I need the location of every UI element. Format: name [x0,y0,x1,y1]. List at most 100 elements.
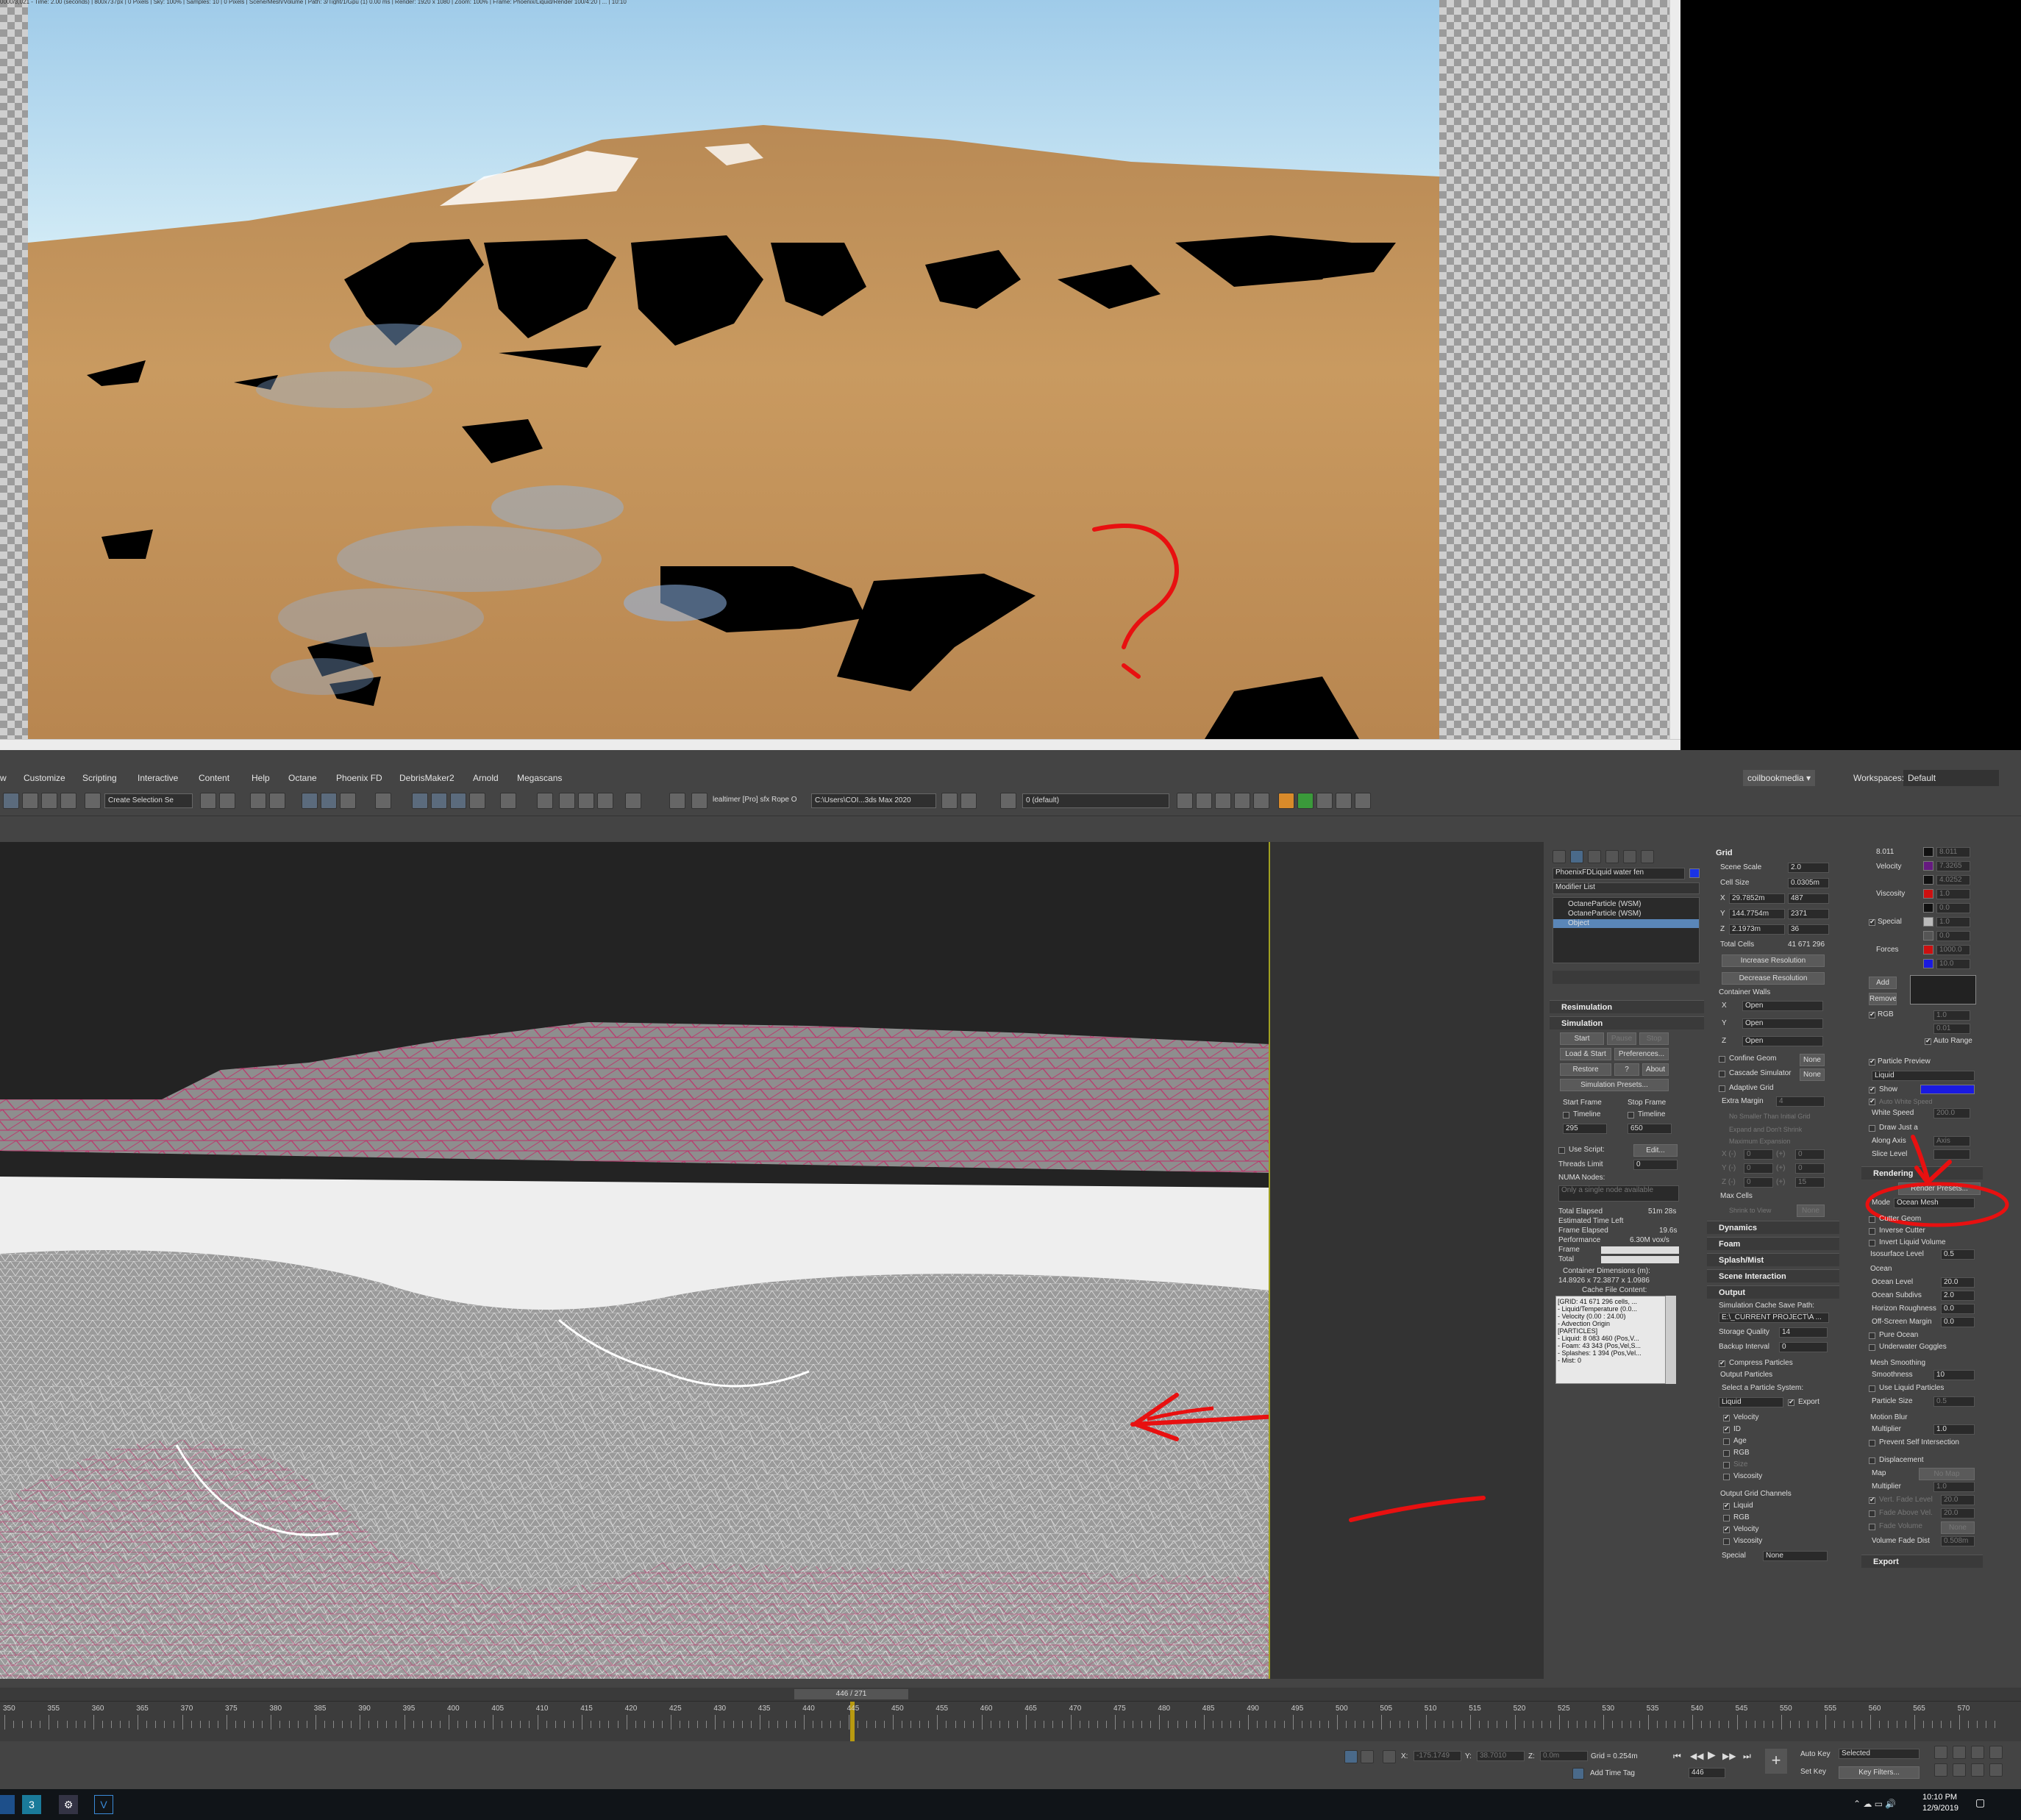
next-frame-icon[interactable]: ▶▶ [1722,1752,1736,1760]
render-online-icon[interactable] [469,793,485,809]
vert-fade-checkbox[interactable] [1869,1496,1875,1504]
wall-y-dropdown[interactable]: Open [1742,1018,1823,1029]
cell-size-spinner[interactable]: 0.0305m [1788,878,1829,888]
preferences-button[interactable]: Preferences... [1614,1048,1669,1060]
ocean-subdivs-spinner[interactable]: 2.0 [1941,1291,1975,1301]
grid-rollout-header[interactable]: Grid [1716,848,1733,858]
load-start-button[interactable]: Load & Start [1560,1048,1611,1060]
project-folder-icon[interactable] [941,793,958,809]
start-timeline-checkbox[interactable] [1563,1112,1569,1118]
pan-icon[interactable] [1971,1746,1984,1759]
menu-item-w[interactable]: w [0,770,7,786]
x-coord-field[interactable]: -175.1749 [1414,1751,1461,1761]
right-spinner-0[interactable]: 8.011 [1936,847,1970,857]
script-icon[interactable] [691,793,707,809]
grid-rgb-checkbox[interactable] [1723,1515,1730,1521]
render-icon[interactable] [375,793,391,809]
menu-item-help[interactable]: Help [252,770,270,786]
render-setup-icon[interactable] [321,793,337,809]
spinner-snap-icon[interactable] [60,793,76,809]
stack-item-object[interactable]: Object [1553,919,1699,928]
notification-icon[interactable]: ▢ [1975,1797,1985,1807]
cache-content-list[interactable]: [GRID: 41 671 296 cells, ... - Liquid/Te… [1555,1296,1666,1384]
project-path-dropdown[interactable]: C:\Users\COI...3ds Max 2020 [811,793,936,808]
gradient-preview[interactable] [1910,975,1976,1004]
hide-layer-icon[interactable] [1234,793,1250,809]
align-icon[interactable] [219,793,235,809]
confine-geom-checkbox[interactable] [1719,1056,1725,1063]
extra-margin-spinner[interactable]: 4 [1776,1096,1825,1107]
velocity-color-swatch-2[interactable] [1923,861,1933,871]
menu-item-phoenix-fd[interactable]: Phoenix FD [336,770,382,786]
special-color-swatch-2[interactable] [1923,931,1933,941]
special-dropdown[interactable]: None [1763,1551,1828,1561]
explode-icon[interactable] [669,793,685,809]
create-tab-icon[interactable] [1553,850,1566,863]
vert-fade-spinner[interactable]: 20.0 [1941,1495,1975,1505]
underwater-goggles-checkbox[interactable] [1869,1344,1875,1351]
zoom-region-icon[interactable] [1953,1763,1966,1777]
clock-time[interactable]: 10:10 PM [1922,1793,1957,1802]
right-spinner-8[interactable]: 10.0 [1936,959,1970,969]
cache-path-field[interactable]: E:\_CURRENT PROJECT\A ... [1719,1313,1829,1323]
menu-item-debrismaker2[interactable]: DebrisMaker2 [399,770,455,786]
channel-viscosity-checkbox[interactable] [1723,1474,1730,1480]
volume-fade-dist-spinner[interactable]: 0.508m [1941,1536,1975,1546]
displacement-checkbox[interactable] [1869,1457,1875,1464]
velocity-color-swatch-3[interactable] [1923,875,1933,885]
cascade-sim-pick[interactable]: None [1800,1068,1825,1081]
export-rollout[interactable]: Export [1861,1555,1983,1568]
confine-geom-pick[interactable]: None [1800,1054,1825,1066]
channel-age-checkbox[interactable] [1723,1438,1730,1445]
wall-z-dropdown[interactable]: Open [1742,1036,1823,1046]
particle-system-dropdown[interactable]: Liquid [1719,1397,1783,1407]
octane-icon[interactable] [537,793,553,809]
taskbar-3dsmax-icon[interactable]: 3 [22,1795,41,1814]
simulation-presets-button[interactable]: Simulation Presets... [1560,1079,1669,1091]
rgb-range-1[interactable]: 1.0 [1933,1010,1970,1021]
gizmo-icon[interactable] [597,793,613,809]
dynamics-rollout[interactable]: Dynamics [1707,1221,1839,1234]
y-coord-field[interactable]: 38.7010 [1477,1751,1525,1761]
play-icon[interactable]: ▶ [1708,1749,1716,1760]
restore-button[interactable]: Restore [1560,1063,1611,1076]
z-coord-field[interactable]: 0.0m [1540,1751,1588,1761]
select-object-icon[interactable] [3,793,19,809]
auto-range-checkbox[interactable] [1925,1037,1931,1045]
lock-icon[interactable] [1361,1750,1374,1763]
x-cells-spinner[interactable]: 487 [1788,893,1829,904]
set-project-icon[interactable] [960,793,977,809]
y-cells-spinner[interactable]: 2371 [1788,909,1829,919]
channel-id-checkbox[interactable] [1723,1425,1730,1433]
channel-velocity-checkbox[interactable] [1723,1413,1730,1421]
goto-start-icon[interactable]: ⏮ [1673,1752,1681,1760]
exp-y-minus[interactable]: 0 [1744,1163,1773,1174]
channel-rgb-checkbox[interactable] [1723,1450,1730,1457]
phoenix-icon[interactable] [500,793,516,809]
taskbar-phoenix-icon[interactable]: ⚙ [59,1795,78,1814]
viscosity-color-swatch-2[interactable] [1923,903,1933,913]
set-key-button[interactable]: Set Key [1800,1768,1826,1777]
fov-icon[interactable] [1934,1763,1947,1777]
orbit-icon[interactable] [1989,1746,2003,1759]
export-checkbox[interactable] [1788,1398,1794,1406]
smoothness-spinner[interactable]: 10 [1933,1370,1975,1380]
invert-liquid-volume-checkbox[interactable] [1869,1240,1875,1246]
right-spinner-6[interactable]: 0.0 [1936,931,1970,941]
preview-color-swatch[interactable] [1920,1085,1975,1094]
right-spinner-5[interactable]: 1.0 [1936,917,1970,927]
render-production-icon[interactable] [431,793,447,809]
shrink-to-view-pick[interactable]: None [1797,1205,1825,1217]
tools-icon[interactable] [1336,793,1352,809]
white-speed-spinner[interactable]: 200.0 [1933,1108,1970,1118]
prevent-self-checkbox[interactable] [1869,1440,1875,1446]
goto-end-icon[interactable]: ⏭ [1743,1752,1751,1760]
menu-item-megascans[interactable]: Megascans [517,770,562,786]
pause-button[interactable]: Pause [1607,1032,1636,1045]
viscosity-color-swatch-1[interactable] [1923,889,1933,899]
percent-snap-icon[interactable] [41,793,57,809]
decrease-resolution-button[interactable]: Decrease Resolution [1722,972,1825,985]
tray-icons[interactable]: ⌃ ☁ ▭ 🔊 [1853,1799,1896,1808]
absolute-mode-icon[interactable] [1383,1750,1396,1763]
fade-above-checkbox[interactable] [1869,1510,1875,1517]
